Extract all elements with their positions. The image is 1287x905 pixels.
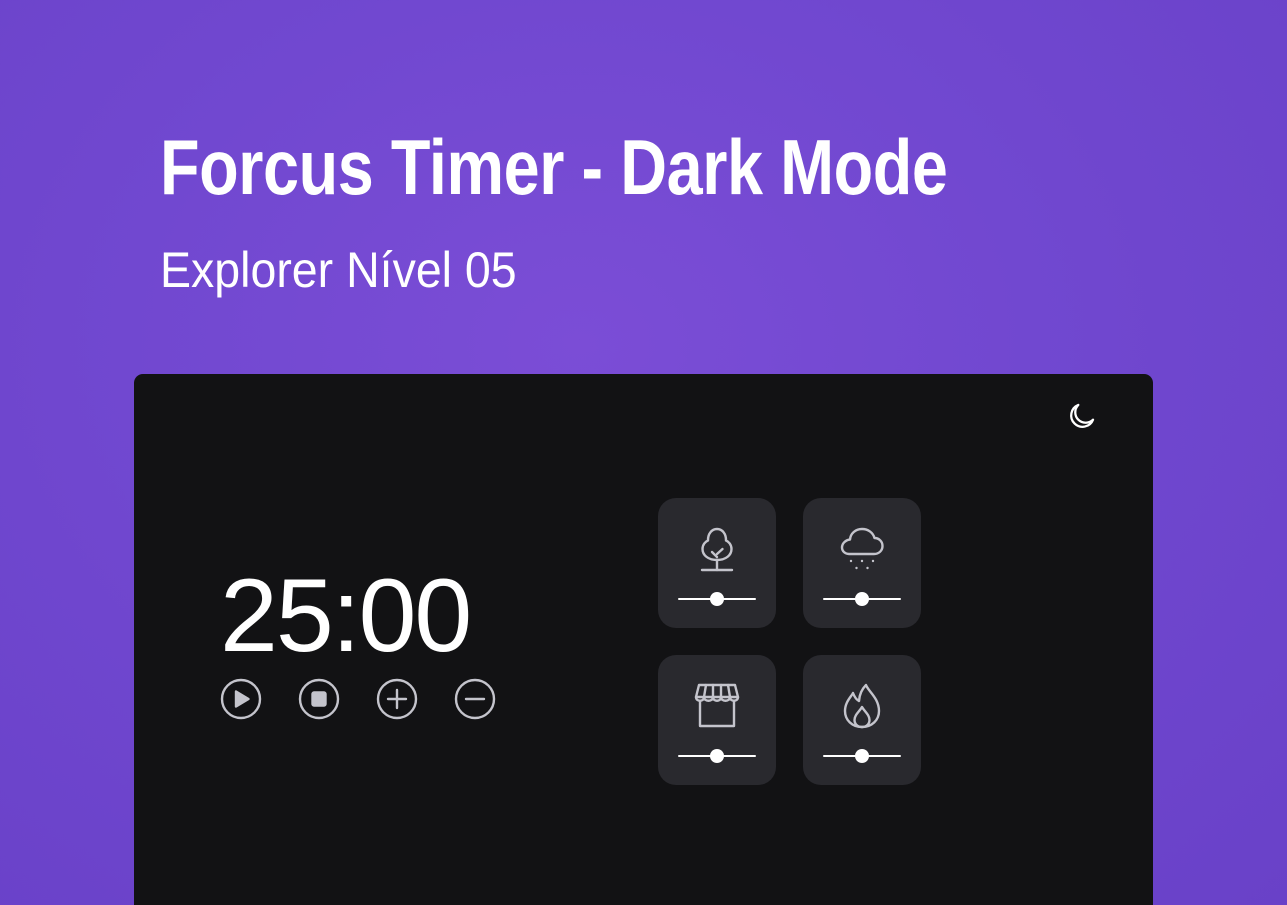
sound-card-fireplace[interactable] bbox=[803, 655, 921, 785]
slider-thumb[interactable] bbox=[710, 592, 724, 606]
moon-icon bbox=[1070, 403, 1095, 428]
fireplace-volume-slider[interactable] bbox=[823, 749, 901, 763]
stop-icon bbox=[298, 678, 340, 720]
sound-card-coffee-shop[interactable] bbox=[658, 655, 776, 785]
timer-separator: : bbox=[331, 558, 361, 674]
play-icon bbox=[220, 678, 262, 720]
rain-volume-slider[interactable] bbox=[823, 592, 901, 606]
slider-thumb[interactable] bbox=[710, 749, 724, 763]
decrease-button[interactable] bbox=[454, 678, 496, 720]
stop-button[interactable] bbox=[298, 678, 340, 720]
sound-card-forest[interactable] bbox=[658, 498, 776, 628]
timer-minutes: 25 bbox=[220, 558, 334, 674]
increase-button[interactable] bbox=[376, 678, 418, 720]
fire-icon bbox=[837, 679, 887, 733]
focus-timer-app: 25:00 bbox=[134, 374, 1153, 905]
page-subtitle: Explorer Nível 05 bbox=[160, 242, 517, 298]
theme-toggle-button[interactable] bbox=[1064, 398, 1100, 434]
play-button[interactable] bbox=[220, 678, 262, 720]
slider-thumb[interactable] bbox=[855, 592, 869, 606]
plus-icon bbox=[376, 678, 418, 720]
slider-thumb[interactable] bbox=[855, 749, 869, 763]
storefront-icon bbox=[692, 679, 742, 733]
timer-seconds: 00 bbox=[358, 558, 473, 674]
sound-grid bbox=[658, 498, 921, 785]
minus-icon bbox=[454, 678, 496, 720]
page-title: Forcus Timer - Dark Mode bbox=[160, 123, 948, 211]
tree-icon bbox=[692, 522, 742, 576]
cloud-rain-icon bbox=[837, 522, 887, 576]
coffee-shop-volume-slider[interactable] bbox=[678, 749, 756, 763]
timer-display: 25:00 bbox=[220, 556, 473, 676]
timer-controls bbox=[220, 678, 496, 720]
sound-card-rain[interactable] bbox=[803, 498, 921, 628]
forest-volume-slider[interactable] bbox=[678, 592, 756, 606]
